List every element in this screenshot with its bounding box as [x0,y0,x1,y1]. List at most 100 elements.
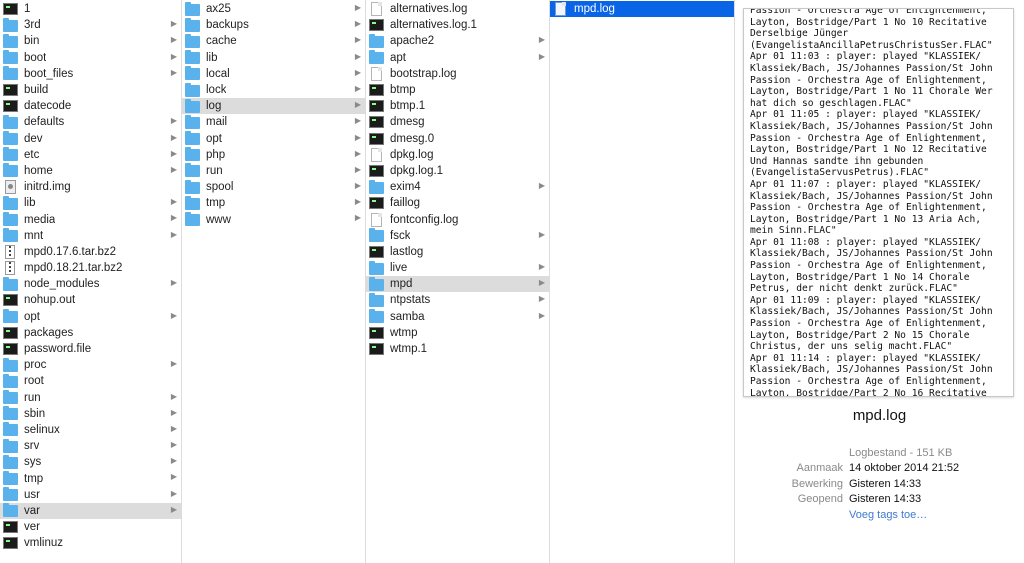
list-item[interactable]: mpd ▶ [366,276,549,293]
list-item[interactable]: ver [0,519,181,535]
list-item[interactable]: apt ▶ [366,50,549,66]
list-item-label: mpd [390,278,413,291]
list-item-label: etc [24,148,40,161]
list-item[interactable]: backups ▶ [182,17,365,33]
list-item[interactable]: tmp ▶ [0,470,181,486]
list-item-label: 3rd [24,19,41,32]
list-item[interactable]: alternatives.log [366,1,549,17]
list-item[interactable]: boot ▶ [0,50,181,66]
list-item[interactable]: run ▶ [0,390,181,406]
list-item[interactable]: run ▶ [182,163,365,179]
list-item[interactable]: sys ▶ [0,454,181,470]
list-item-label: spool [206,181,234,194]
list-item-label: dmesg.0 [390,132,435,145]
list-item[interactable]: nohup.out [0,292,181,308]
list-item[interactable]: mpd0.18.21.tar.bz2 [0,260,181,276]
list-item[interactable]: wtmp.1 [366,341,549,357]
list-item[interactable]: etc ▶ [0,147,181,163]
list-item[interactable]: initrd.img [0,179,181,195]
column-root[interactable]: 1 3rd ▶ bin ▶ boot ▶ boot_files ▶ build datecode de… [0,0,182,563]
folder-icon [185,82,200,97]
list-item[interactable]: spool ▶ [182,179,365,195]
list-item[interactable]: btmp.1 [366,98,549,114]
list-item[interactable]: php ▶ [182,147,365,163]
list-item[interactable]: samba ▶ [366,309,549,325]
list-item[interactable]: faillog [366,195,549,211]
column-var[interactable]: ax25 ▶ backups ▶ cache ▶ lib ▶ local ▶ lock ▶ log ▶ ma… [182,0,366,563]
list-item[interactable]: lib ▶ [182,50,365,66]
list-item[interactable]: ntpstats ▶ [366,292,549,308]
folder-icon [369,309,384,324]
list-item[interactable]: proc ▶ [0,357,181,373]
list-item[interactable]: mpd0.17.6.tar.bz2 [0,244,181,260]
list-item[interactable]: packages [0,325,181,341]
folder-icon [3,163,18,178]
list-item[interactable]: vmlinuz [0,535,181,551]
list-item[interactable]: opt ▶ [182,131,365,147]
list-item[interactable]: var ▶ [0,502,181,519]
list-item[interactable]: dpkg.log [366,147,549,163]
list-item[interactable]: lock ▶ [182,82,365,98]
terminal-icon [369,100,384,113]
chevron-right-icon: ▶ [354,197,361,207]
list-item[interactable]: node_modules ▶ [0,276,181,292]
chevron-right-icon: ▶ [170,229,177,239]
list-item[interactable]: cache ▶ [182,33,365,49]
list-item[interactable]: alternatives.log.1 [366,17,549,33]
list-item[interactable]: dev ▶ [0,131,181,147]
list-item[interactable]: boot_files ▶ [0,66,181,82]
chevron-right-icon: ▶ [170,423,177,433]
list-item[interactable]: usr ▶ [0,487,181,503]
list-item[interactable]: wtmp [366,325,549,341]
add-tags-link[interactable]: Voeg tags toe… [849,509,927,521]
list-item[interactable]: apache2 ▶ [366,33,549,49]
list-item-label: boot [24,51,47,64]
list-item[interactable]: mail ▶ [182,114,365,130]
list-item[interactable]: home ▶ [0,163,181,179]
list-item[interactable]: sbin ▶ [0,406,181,422]
list-item[interactable]: live ▶ [366,260,549,276]
list-item[interactable]: datecode [0,98,181,114]
list-item[interactable]: fontconfig.log [366,211,549,227]
list-item-label: apache2 [390,35,435,48]
list-item[interactable]: selinux ▶ [0,422,181,438]
list-item-label: php [206,148,226,161]
list-item[interactable]: media ▶ [0,211,181,227]
list-item[interactable]: www ▶ [182,211,365,227]
list-item[interactable]: mpd.log [550,1,734,18]
list-item[interactable]: bootstrap.log [366,66,549,82]
list-item[interactable]: defaults ▶ [0,114,181,130]
list-item[interactable]: local ▶ [182,66,365,82]
list-item-label: bin [24,35,40,48]
list-item[interactable]: build [0,82,181,98]
list-item[interactable]: 3rd ▶ [0,17,181,33]
list-item-label: proc [24,359,47,372]
list-item[interactable]: log ▶ [182,98,365,115]
list-item[interactable]: root [0,373,181,389]
column-log[interactable]: alternatives.log alternatives.log.1 apache… [366,0,550,563]
terminal-icon [3,521,18,534]
list-item-label: apt [390,51,406,64]
list-item[interactable]: lib ▶ [0,195,181,211]
list-item[interactable]: tmp ▶ [182,195,365,211]
list-item[interactable]: srv ▶ [0,438,181,454]
list-item[interactable]: ax25 ▶ [182,1,365,17]
list-item[interactable]: dmesg.0 [366,131,549,147]
file-preview[interactable]: Passion - Orchestra Age of Enlightenment… [743,8,1014,397]
chevron-right-icon: ▶ [354,3,361,12]
list-item[interactable]: lastlog [366,244,549,260]
list-item[interactable]: 1 [0,1,181,17]
chevron-right-icon: ▶ [354,35,361,45]
list-item[interactable]: bin ▶ [0,33,181,49]
list-item[interactable]: mnt ▶ [0,228,181,244]
list-item[interactable]: fsck ▶ [366,228,549,244]
list-item[interactable]: exim4 ▶ [366,179,549,195]
chevron-right-icon: ▶ [170,440,177,450]
list-item[interactable]: password.file [0,341,181,357]
list-item-label: btmp.1 [390,100,426,113]
list-item[interactable]: opt ▶ [0,309,181,325]
list-item[interactable]: dmesg [366,114,549,130]
list-item[interactable]: dpkg.log.1 [366,163,549,179]
column-mpd[interactable]: mpd.log [550,0,735,563]
list-item[interactable]: btmp [366,82,549,98]
